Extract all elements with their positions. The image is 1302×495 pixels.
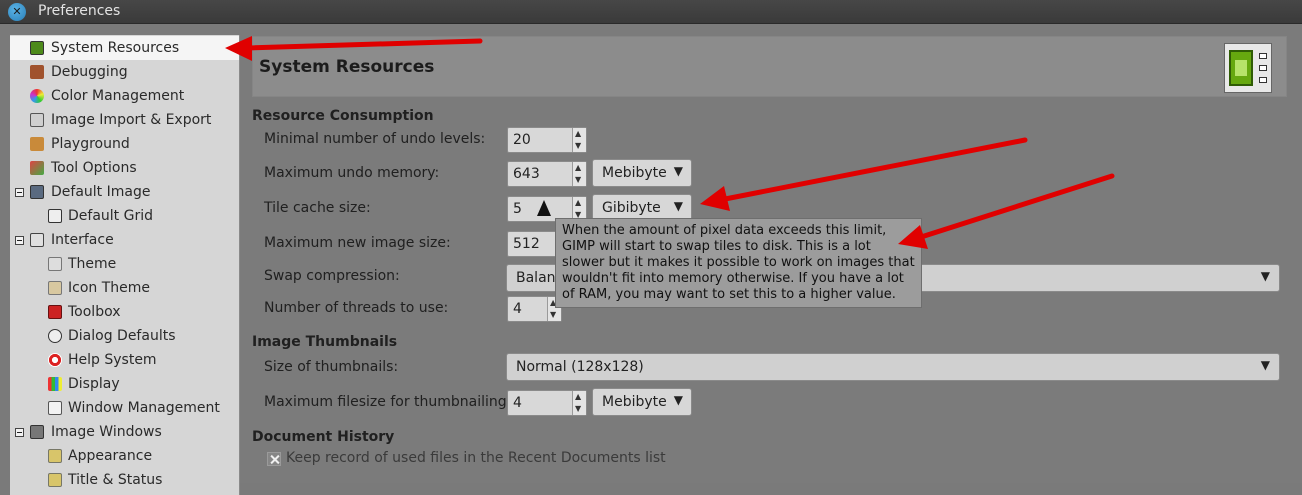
annotation-arrow — [717, 137, 1028, 203]
annotation-arrows — [225, 36, 1115, 249]
annotation-arrowhead — [898, 225, 928, 249]
annotation-arrow — [242, 38, 483, 51]
annotation-arrowhead — [700, 186, 730, 211]
annotation-arrowhead — [225, 36, 252, 61]
annotation-arrow — [915, 173, 1115, 241]
